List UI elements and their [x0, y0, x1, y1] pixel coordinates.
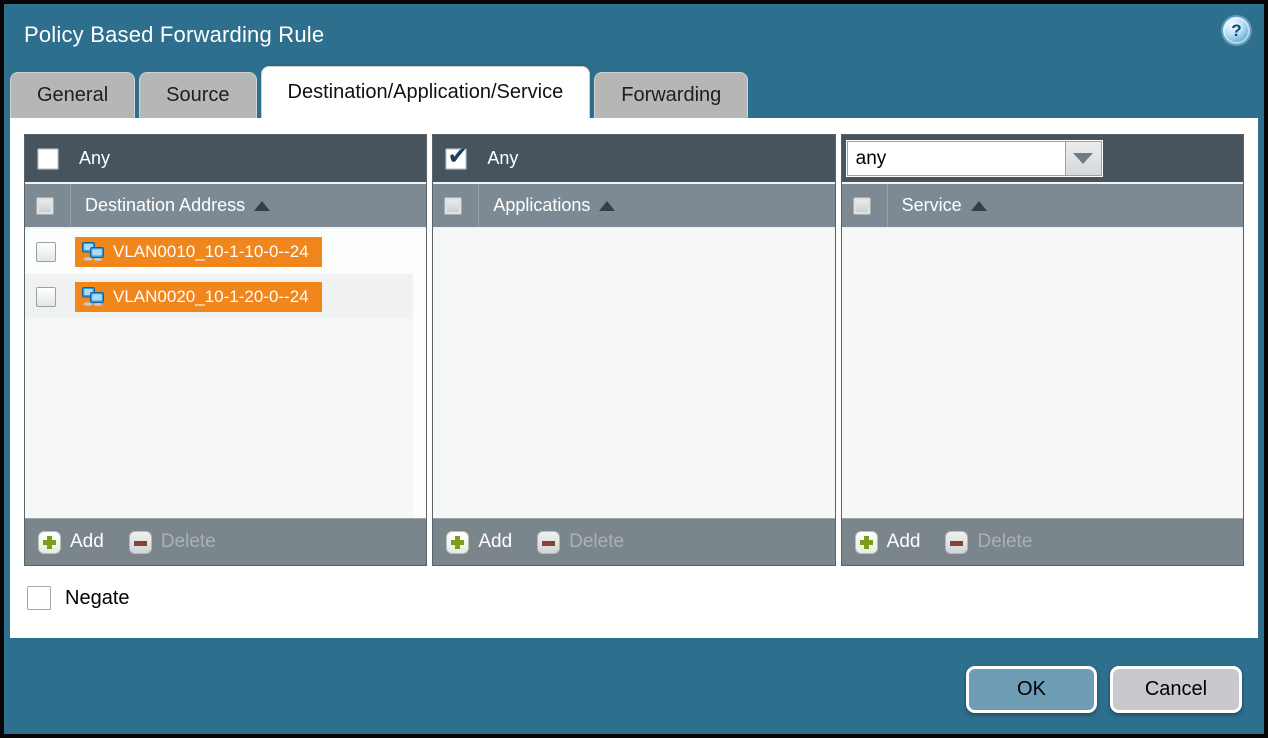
- service-select-all-checkbox[interactable]: [853, 197, 871, 215]
- dialog-titlebar: Policy Based Forwarding Rule ?: [4, 4, 1264, 66]
- negate-label: Negate: [65, 587, 130, 610]
- applications-any-label: Any: [487, 148, 518, 169]
- negate-checkbox[interactable]: [27, 586, 51, 610]
- tab-content-panel: Any Destination Address: [10, 118, 1258, 638]
- network-group-icon: [81, 242, 105, 261]
- help-icon[interactable]: ?: [1223, 17, 1250, 44]
- applications-any-bar: Any: [433, 135, 834, 182]
- sort-asc-icon: [599, 201, 615, 211]
- address-object-label: VLAN0010_10-1-10-0--24: [113, 242, 309, 262]
- service-toolbar: Add Delete: [842, 518, 1243, 565]
- service-delete-button[interactable]: Delete: [977, 531, 1032, 553]
- table-row: VLAN0020_10-1-20-0--24: [25, 274, 413, 319]
- service-dropdown-value[interactable]: any: [847, 141, 1065, 176]
- applications-any-checkbox[interactable]: [445, 148, 467, 170]
- dialog-action-bar: OK Cancel: [4, 638, 1264, 734]
- service-header-label: Service: [902, 195, 962, 216]
- delete-icon[interactable]: [945, 531, 968, 554]
- applications-column-header[interactable]: Applications: [433, 182, 834, 227]
- service-add-button[interactable]: Add: [887, 531, 921, 553]
- chevron-down-icon: [1073, 153, 1093, 164]
- destination-any-checkbox[interactable]: [37, 148, 59, 170]
- network-group-icon: [81, 287, 105, 306]
- delete-icon[interactable]: [537, 531, 560, 554]
- applications-select-all-checkbox[interactable]: [444, 197, 462, 215]
- applications-list: [433, 227, 834, 518]
- applications-panel: Any Applications Add Delete: [432, 134, 835, 566]
- applications-toolbar: Add Delete: [433, 518, 834, 565]
- address-object-link[interactable]: VLAN0020_10-1-20-0--24: [75, 282, 322, 312]
- dialog-title: Policy Based Forwarding Rule: [24, 22, 324, 48]
- destination-any-label: Any: [79, 148, 110, 169]
- destination-column-header[interactable]: Destination Address: [25, 182, 426, 227]
- add-icon[interactable]: [855, 531, 878, 554]
- destination-delete-button[interactable]: Delete: [161, 531, 216, 553]
- service-column-header[interactable]: Service: [842, 182, 1243, 227]
- tab-source[interactable]: Source: [139, 72, 256, 118]
- address-object-link[interactable]: VLAN0010_10-1-10-0--24: [75, 237, 322, 267]
- tab-destination-application-service[interactable]: Destination/Application/Service: [261, 66, 591, 118]
- add-icon[interactable]: [38, 531, 61, 554]
- cancel-button[interactable]: Cancel: [1110, 666, 1242, 713]
- delete-icon[interactable]: [129, 531, 152, 554]
- destination-toolbar: Add Delete: [25, 518, 426, 565]
- service-panel: any Service Add: [841, 134, 1244, 566]
- tabstrip: General Source Destination/Application/S…: [4, 66, 1264, 118]
- sort-asc-icon: [971, 201, 987, 211]
- negate-row: Negate: [27, 586, 1244, 610]
- service-dropdown[interactable]: any: [846, 140, 1103, 177]
- applications-delete-button[interactable]: Delete: [569, 531, 624, 553]
- add-icon[interactable]: [446, 531, 469, 554]
- applications-header-label: Applications: [493, 195, 590, 216]
- policy-based-forwarding-dialog: Policy Based Forwarding Rule ? General S…: [0, 0, 1268, 738]
- address-object-label: VLAN0020_10-1-20-0--24: [113, 287, 309, 307]
- destination-header-label: Destination Address: [85, 195, 245, 216]
- row-checkbox[interactable]: [36, 287, 56, 307]
- applications-add-button[interactable]: Add: [478, 531, 512, 553]
- service-dropdown-bar: any: [842, 135, 1243, 182]
- sort-asc-icon: [254, 201, 270, 211]
- selector-columns: Any Destination Address: [24, 134, 1244, 566]
- row-checkbox[interactable]: [36, 242, 56, 262]
- destination-list: VLAN0010_10-1-10-0--24: [25, 227, 426, 518]
- ok-button[interactable]: OK: [966, 666, 1097, 713]
- tab-forwarding[interactable]: Forwarding: [594, 72, 748, 118]
- service-dropdown-button[interactable]: [1065, 141, 1102, 176]
- table-row: VLAN0010_10-1-10-0--24: [25, 229, 413, 274]
- service-list: [842, 227, 1243, 518]
- destination-select-all-checkbox[interactable]: [36, 197, 54, 215]
- destination-add-button[interactable]: Add: [70, 531, 104, 553]
- destination-any-bar: Any: [25, 135, 426, 182]
- destination-address-panel: Any Destination Address: [24, 134, 427, 566]
- tab-general[interactable]: General: [10, 72, 135, 118]
